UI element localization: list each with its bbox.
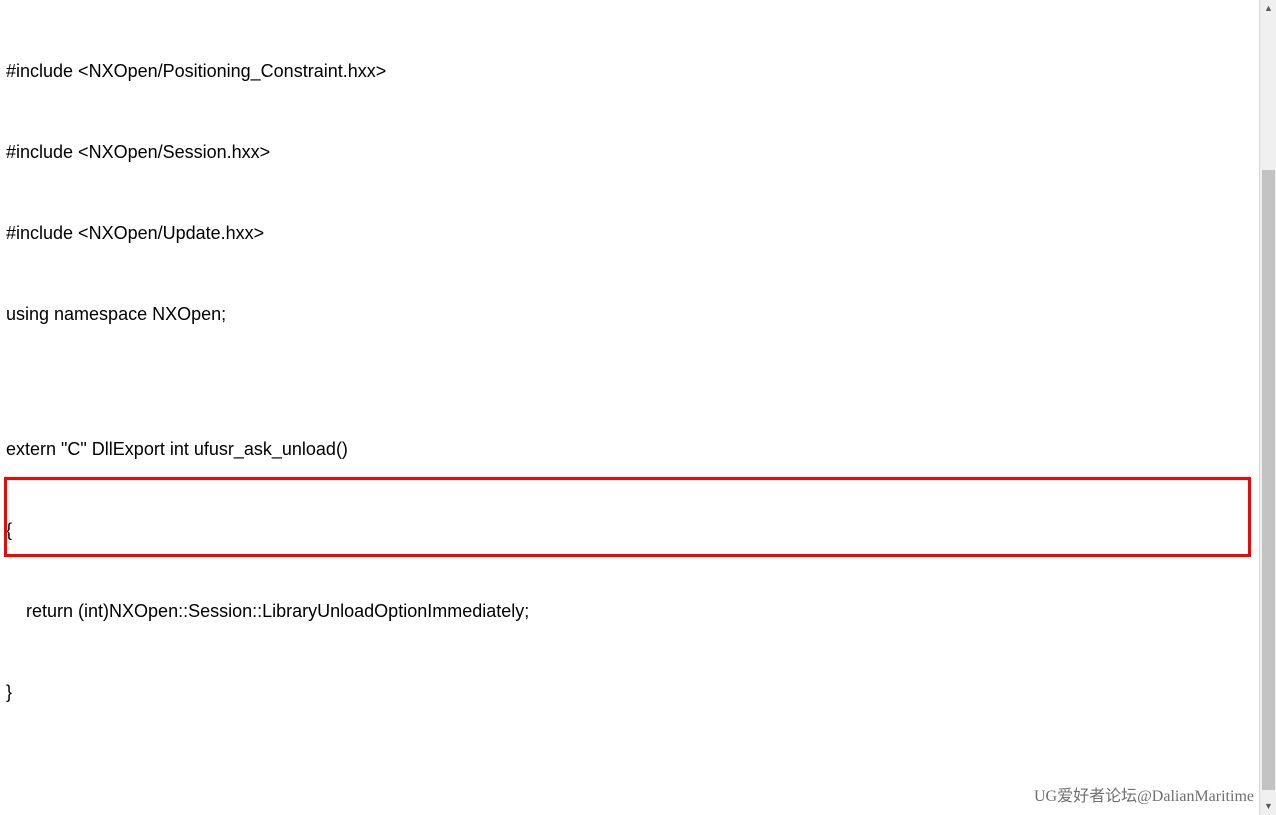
code-line: { [6,517,1253,544]
code-line: #include <NXOpen/Positioning_Constraint.… [6,58,1253,85]
scroll-thumb[interactable] [1262,170,1275,790]
page-wrap: #include <NXOpen/Positioning_Constraint.… [0,0,1276,815]
code-line: #include <NXOpen/Update.hxx> [6,220,1253,247]
code-line: return (int)NXOpen::Session::LibraryUnlo… [6,598,1253,625]
code-line: } [6,679,1253,706]
code-area: #include <NXOpen/Positioning_Constraint.… [0,0,1259,815]
code-line: using namespace NXOpen; [6,301,1253,328]
code-line: extern "C" DllExport int ufusr_ask_unloa… [6,436,1253,463]
scrollbar-track[interactable]: ▲ ▼ [1259,0,1276,815]
code-line: #include <NXOpen/Session.hxx> [6,139,1253,166]
scroll-up-icon[interactable]: ▲ [1260,0,1276,17]
scroll-down-icon[interactable]: ▼ [1260,798,1276,815]
